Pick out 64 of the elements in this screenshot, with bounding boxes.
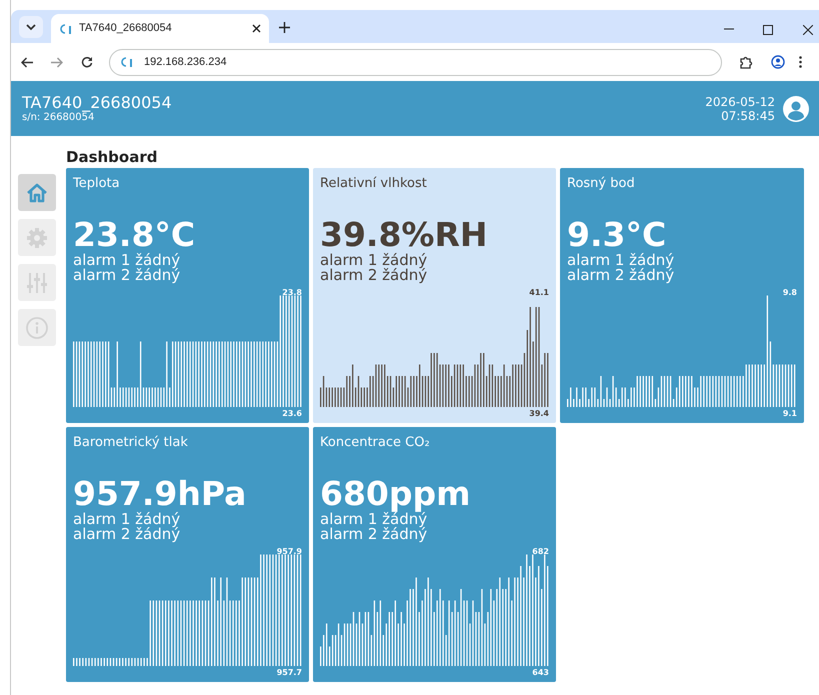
new-tab-icon[interactable]	[279, 22, 290, 33]
max-label: 9.8	[782, 288, 797, 297]
sensor-value: 23.8°C	[73, 217, 196, 253]
min-label: 643	[532, 668, 549, 677]
alarm-status: alarm 1 žádný	[320, 253, 428, 268]
close-icon[interactable]	[252, 24, 261, 33]
sensor-value: 957.9hPa	[73, 476, 248, 512]
puzzle-icon[interactable]	[740, 56, 753, 68]
reload-icon[interactable]	[81, 56, 93, 68]
sensor-card[interactable]: Koncentrace CO₂ 680ppm alarm 1 žádný alarm 2 žádný 682 643	[313, 427, 556, 682]
info-icon	[25, 316, 49, 340]
address-bar[interactable]: 192.168.236.234	[109, 48, 722, 76]
forward-icon[interactable]	[51, 56, 63, 68]
url-text: 192.168.236.234	[144, 54, 227, 70]
card-title: Koncentrace CO₂	[320, 435, 431, 450]
chevron-down-icon	[26, 24, 36, 30]
serial-number: s/n: 26680054	[22, 112, 96, 124]
card-title: Rosný bod	[567, 176, 636, 191]
max-label: 682	[532, 547, 549, 556]
settings-icon	[25, 226, 49, 250]
sensor-card[interactable]: Relativní vlhkost 39.8%RH alarm 1 žádný alarm 2 žádný 41.1 39.4	[313, 168, 556, 423]
sensor-card[interactable]: Rosný bod 9.3°C alarm 1 žádný alarm 2 žádný 9.8 9.1	[560, 168, 804, 423]
menu-icon[interactable]	[799, 56, 802, 68]
page-title: Dashboard	[66, 148, 158, 166]
alarm-status: alarm 1 žádný	[567, 253, 676, 268]
sensor-card[interactable]: Teplota 23.8°C alarm 1 žádný alarm 2 žádný 23.8 23.6	[66, 168, 309, 423]
minimize-icon[interactable]	[724, 28, 734, 30]
alarm-status: alarm 1 žádný	[73, 512, 182, 527]
alarm-status: alarm 2 žádný	[73, 527, 182, 542]
min-label: 39.4	[529, 409, 549, 418]
sensor-value: 39.8%RH	[320, 217, 489, 253]
close-icon[interactable]	[803, 25, 813, 35]
card-title: Teplota	[73, 176, 121, 191]
alarm-status: alarm 1 žádný	[73, 253, 182, 268]
browser-tab[interactable]: TA7640_26680054	[51, 14, 269, 43]
home-icon	[25, 180, 49, 204]
time-text: 07:58:45	[721, 108, 775, 122]
card-title: Barometrický tlak	[73, 435, 189, 450]
favicon-icon	[120, 56, 134, 68]
profile-icon[interactable]	[771, 55, 785, 69]
device-title: TA7640_26680054	[22, 93, 173, 112]
user-avatar-icon[interactable]	[783, 96, 809, 122]
alarm-status: alarm 1 žádný	[320, 512, 428, 527]
max-label: 957.9	[276, 547, 302, 556]
sensor-card[interactable]: Barometrický tlak 957.9hPa alarm 1 žádný alarm 2 žádný 957.9 957.7	[66, 427, 309, 682]
favicon-icon	[59, 22, 73, 34]
max-label: 41.1	[529, 288, 549, 297]
tab-title: TA7640_26680054	[79, 21, 173, 36]
sliders-icon	[25, 270, 49, 294]
maximize-icon[interactable]	[763, 25, 773, 35]
min-label: 957.7	[276, 668, 302, 677]
sensor-value: 9.3°C	[567, 217, 666, 253]
alarm-status: alarm 2 žádný	[567, 268, 676, 283]
date-text: 2026-05-12	[705, 94, 775, 108]
alarm-status: alarm 2 žádný	[320, 268, 428, 283]
alarm-status: alarm 2 žádný	[320, 527, 428, 542]
min-label: 9.1	[782, 409, 797, 418]
min-label: 23.6	[282, 409, 302, 418]
alarm-status: alarm 2 žádný	[73, 268, 182, 283]
card-title: Relativní vlhkost	[320, 176, 428, 191]
tab-list-button[interactable]	[19, 16, 43, 38]
max-label: 23.8	[282, 288, 302, 297]
sensor-value: 680ppm	[320, 476, 472, 512]
back-icon[interactable]	[21, 56, 33, 68]
